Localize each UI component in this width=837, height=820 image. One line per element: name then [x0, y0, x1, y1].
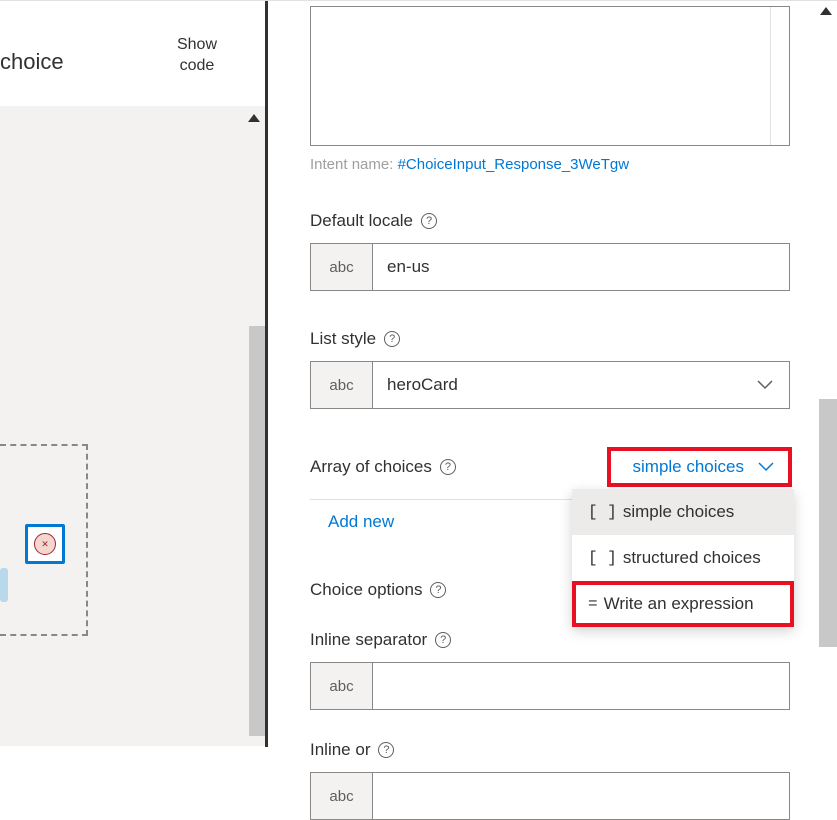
help-icon[interactable]: ?: [384, 331, 400, 347]
tab-choice[interactable]: choice: [0, 49, 64, 75]
properties-panel: Intent name: #ChoiceInput_Response_3WeTg…: [268, 1, 837, 747]
dropdown-item-simple-choices[interactable]: [ ] simple choices: [572, 489, 794, 535]
array-of-choices-row: Array of choices ? simple choices [ ] si…: [310, 447, 792, 487]
canvas-panel: choice Show code ✕: [0, 1, 265, 747]
flow-error-node[interactable]: ✕: [25, 524, 65, 564]
inline-separator-input[interactable]: [373, 663, 789, 709]
flow-node-edge: [0, 568, 8, 602]
help-icon[interactable]: ?: [435, 632, 451, 648]
dropdown-item-label: simple choices: [623, 502, 735, 522]
input-type-prefix: abc: [311, 663, 373, 709]
canvas-body: ✕: [0, 106, 265, 746]
array-of-choices-label: Array of choices: [310, 457, 432, 477]
choice-options-label: Choice options: [310, 580, 422, 600]
choices-type-dropdown-button[interactable]: simple choices: [607, 447, 793, 487]
intent-label: Intent name:: [310, 156, 398, 173]
error-icon: ✕: [34, 533, 56, 555]
input-type-prefix: abc: [311, 362, 373, 408]
left-header: choice Show code: [0, 1, 265, 106]
intent-row: Intent name: #ChoiceInput_Response_3WeTg…: [310, 156, 792, 173]
dropdown-item-write-expression[interactable]: = Write an expression: [572, 581, 794, 627]
choices-type-current: simple choices: [633, 457, 745, 477]
left-scrollbar[interactable]: [249, 326, 265, 736]
list-style-label: List style: [310, 329, 376, 349]
show-code-button[interactable]: Show code: [177, 31, 245, 77]
scroll-up-arrow-icon[interactable]: [248, 114, 260, 122]
dropdown-item-label: Write an expression: [604, 594, 754, 614]
brackets-icon: [ ]: [588, 503, 617, 521]
default-locale-group: Default locale ? abc: [310, 211, 792, 291]
help-icon[interactable]: ?: [378, 742, 394, 758]
list-style-group: List style ? abc heroCard: [310, 329, 792, 409]
help-icon[interactable]: ?: [440, 459, 456, 475]
help-icon[interactable]: ?: [421, 213, 437, 229]
intent-link[interactable]: #ChoiceInput_Response_3WeTgw: [398, 156, 630, 173]
dropdown-item-label: structured choices: [623, 548, 761, 568]
chevron-down-icon: [758, 457, 774, 477]
list-style-select[interactable]: abc heroCard: [310, 361, 790, 409]
add-new-choice-link[interactable]: Add new: [328, 512, 394, 532]
inline-separator-label: Inline separator: [310, 630, 427, 650]
default-locale-label: Default locale: [310, 211, 413, 231]
brackets-icon: [ ]: [588, 549, 617, 567]
equals-icon: =: [588, 595, 598, 613]
default-locale-input[interactable]: [373, 244, 789, 290]
help-icon[interactable]: ?: [430, 582, 446, 598]
inline-or-input[interactable]: [373, 773, 789, 819]
choices-type-dropdown: [ ] simple choices [ ] structured choice…: [572, 489, 794, 627]
inline-or-group: Inline or ? abc: [310, 740, 792, 820]
inline-or-label: Inline or: [310, 740, 370, 760]
inline-separator-group: Inline separator ? abc: [310, 630, 792, 710]
input-type-prefix: abc: [311, 773, 373, 819]
input-type-prefix: abc: [311, 244, 373, 290]
response-textarea[interactable]: [310, 6, 790, 146]
list-style-value: heroCard: [373, 362, 789, 408]
dropdown-item-structured-choices[interactable]: [ ] structured choices: [572, 535, 794, 581]
